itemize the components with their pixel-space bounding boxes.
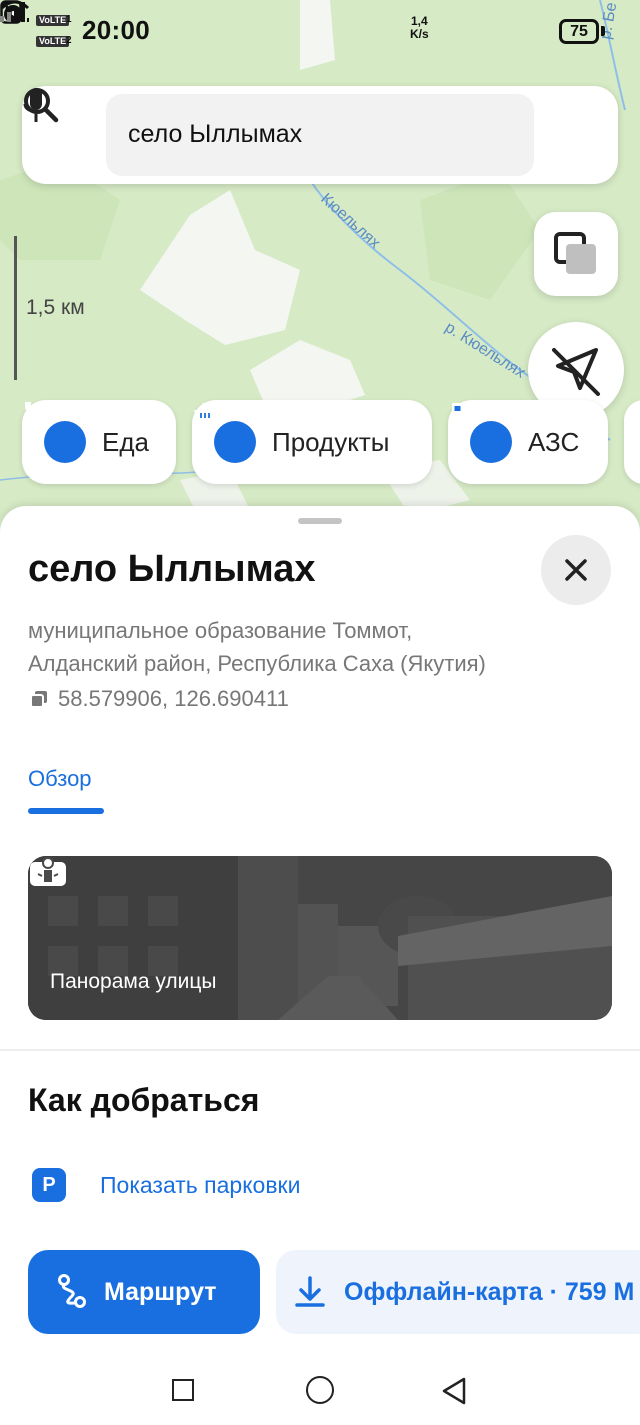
volte-badge-2: VoLTE: [36, 36, 70, 47]
copy-icon: [30, 691, 47, 708]
cell-signal-icon: [0, 2, 25, 22]
chip-gas-label: АЗС: [528, 426, 580, 457]
map-view[interactable]: Кюельлях р. Кюельлях р. Бе VoLTE 1 VoLTE…: [0, 0, 640, 540]
download-icon: [295, 1276, 325, 1307]
chip-food[interactable]: Еда: [22, 400, 176, 484]
chip-more[interactable]: [624, 400, 640, 484]
map-scale-label: 1,5 км: [26, 296, 85, 319]
status-time: 20:00: [82, 15, 150, 45]
offline-map-button[interactable]: Оффлайн-карта · 759 М: [276, 1250, 640, 1334]
layers-icon: [554, 232, 596, 274]
status-bar: VoLTE 1 VoLTE 2 20:00 1,4 K/s 75: [0, 0, 640, 64]
map-scale-bar: [14, 236, 17, 380]
place-title: село Ыллымах: [28, 548, 316, 590]
fork-knife-icon: [25, 400, 86, 463]
chip-gas-station[interactable]: АЗС: [448, 400, 608, 484]
panorama-preview-image: [28, 856, 612, 1020]
sheet-grabber[interactable]: [298, 518, 342, 524]
close-icon: [565, 559, 587, 581]
route-icon: [58, 1274, 86, 1308]
battery-tip: [601, 26, 605, 36]
tab-overview-indicator: [28, 808, 104, 814]
search-query: село Ыллымах: [128, 120, 303, 148]
fuel-pump-icon: [452, 403, 512, 463]
tab-overview[interactable]: Обзор: [28, 766, 92, 792]
show-parking-label: Показать парковки: [100, 1171, 301, 1198]
system-navigation-bar: [0, 1356, 640, 1425]
show-parking-link[interactable]: P Показать парковки: [32, 1168, 300, 1202]
volte-sim-1: 1: [66, 14, 72, 25]
chip-products[interactable]: Продукты: [192, 400, 432, 484]
route-button[interactable]: Маршрут: [28, 1250, 260, 1334]
place-card-sheet: село Ыллымах муниципальное образование Т…: [0, 506, 640, 1425]
directions-heading: Как добраться: [28, 1082, 260, 1118]
offline-map-label: Оффлайн-карта · 759 М: [344, 1277, 635, 1306]
home-button[interactable]: [306, 1376, 334, 1404]
route-label: Маршрут: [104, 1277, 217, 1306]
close-button[interactable]: [541, 535, 611, 605]
panorama-label: Панорама улицы: [50, 970, 217, 993]
coordinates-row[interactable]: 58.579906, 126.690411: [28, 686, 289, 712]
street-panorama-card[interactable]: Панорама улицы: [28, 856, 612, 1020]
coordinates-text: 58.579906, 126.690411: [58, 686, 289, 711]
section-divider: [0, 1049, 640, 1051]
back-button[interactable]: [440, 1376, 468, 1406]
network-speed: 1,4 K/s: [410, 14, 429, 41]
panorama-icon: [30, 857, 66, 886]
chip-food-label: Еда: [102, 426, 149, 457]
chip-products-label: Продукты: [272, 426, 390, 457]
place-address: муниципальное образование Томмот, Алданс…: [28, 618, 486, 676]
recent-apps-button[interactable]: [172, 1379, 194, 1401]
parking-icon: P: [32, 1168, 66, 1202]
map-layers-button[interactable]: [534, 212, 618, 296]
battery-indicator: 75: [559, 19, 599, 44]
volte-badge-1: VoLTE: [36, 15, 70, 26]
basket-icon: [194, 402, 256, 463]
microphone-icon[interactable]: [22, 86, 50, 126]
search-bar[interactable]: село Ыллымах: [22, 86, 618, 184]
search-input[interactable]: село Ыллымах: [106, 94, 534, 176]
volte-sim-2: 2: [66, 35, 72, 46]
